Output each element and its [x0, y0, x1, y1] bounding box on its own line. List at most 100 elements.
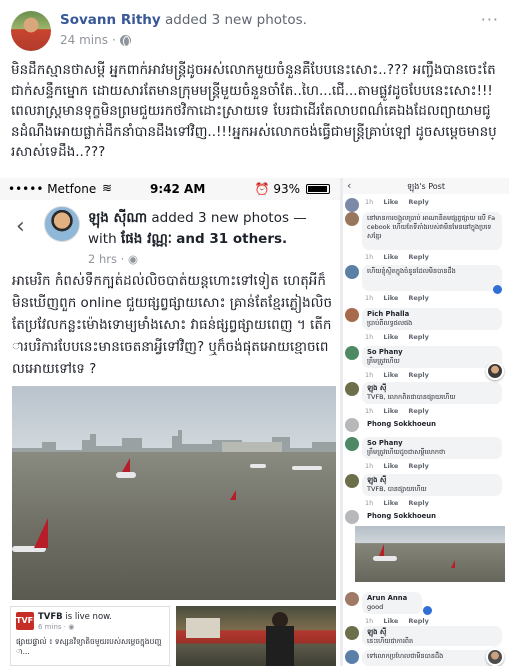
reply-link[interactable]: Reply: [408, 253, 429, 261]
more-options-button[interactable]: ···: [481, 10, 499, 29]
comment-actions: 1h Like Reply: [365, 333, 437, 341]
reply-link[interactable]: Reply: [408, 499, 429, 507]
author-avatar[interactable]: [11, 11, 51, 51]
inner-author-line: ឡុង ស៊ីណា added 3 new photos — with ផែង …: [88, 208, 333, 250]
battery-icon: [306, 184, 330, 194]
author-name[interactable]: Sovann Rithy: [60, 12, 161, 28]
comment-avatar: [345, 382, 359, 396]
comment-author[interactable]: Pich Phalla: [367, 310, 497, 319]
comment-author[interactable]: Phong Sokkhoeun: [367, 512, 497, 521]
post-time[interactable]: 24 mins: [60, 33, 108, 47]
post-meta: 24 mins ·: [60, 33, 131, 47]
comment-author[interactable]: So Phany: [367, 439, 497, 448]
reply-link[interactable]: Reply: [408, 198, 429, 206]
status-time: 9:42 AM: [150, 182, 206, 196]
comment-avatar: [345, 650, 359, 664]
comment-author[interactable]: Phong Sokkhoeun: [367, 420, 497, 429]
comment-avatar: [345, 418, 359, 432]
comment-avatar: [345, 346, 359, 360]
reply-link[interactable]: Reply: [408, 333, 429, 341]
comment-bubble: Phong Sokkhoeun: [362, 510, 502, 522]
photo-grid: ••••• Metfone ≋ 9:42 AM ⏰ 93% ‹ ឡុង ស៊ីណ…: [0, 178, 509, 666]
like-link[interactable]: Like: [383, 333, 398, 341]
live-description: ផ្សាយផ្ទាល់ ៖ ទស្សនវិទ្យាតិចមួយរបស់សម្តេ…: [16, 637, 162, 656]
comment-bubble: So Phany ត្រឹមត្រូវហើយ: [362, 346, 502, 368]
comment-text: ត្រឹមត្រូវហើយដូចជាសម្តីលោកថា: [367, 448, 446, 456]
like-link[interactable]: Like: [383, 499, 398, 507]
live-time: 6 mins · ◉: [38, 623, 75, 631]
comment-bubble: ហើយខ្ញុំស្ថិតក្នុងចំនួនដែលមិនបានដឹង: [362, 265, 502, 291]
like-link[interactable]: Like: [383, 617, 398, 625]
comment-actions: 1h Like Reply: [365, 499, 437, 507]
like-link[interactable]: Like: [383, 198, 398, 206]
live-status: is live now.: [65, 612, 113, 622]
comment-bubble: Phong Sokkhoeun: [362, 418, 502, 430]
comment-text: ទៅលោកប្រហែលជាមិនបានដឹង: [367, 652, 444, 660]
comment-actions: 1h Like Reply: [365, 198, 437, 206]
carrier-label: ••••• Metfone: [8, 182, 97, 196]
comment-avatar: [345, 510, 359, 524]
plane-tail: [451, 560, 455, 568]
live-video-card[interactable]: TVFB TVFB is live now. 6 mins · ◉ ផ្សាយផ…: [10, 606, 170, 666]
comment-author[interactable]: ឡុង ស៊ី: [367, 384, 497, 393]
post-header: Sovann Rithy added 3 new photos. 24 mins…: [0, 0, 509, 58]
plane-tail: [230, 490, 236, 500]
reply-link[interactable]: Reply: [408, 294, 429, 302]
wifi-icon: ≋: [102, 181, 113, 195]
like-link[interactable]: Like: [383, 371, 398, 379]
post-caption: មិនដឹកស្មានថាសម្តី អ្នកពាក់អាវមន្ត្រីដូច…: [11, 62, 497, 160]
reply-link[interactable]: Reply: [408, 407, 429, 415]
comment-text: នេះហើយជាការពិត: [367, 637, 414, 645]
thread-title: ឡុង's Post: [407, 182, 445, 191]
comment-time: 1h: [365, 253, 374, 261]
comment-time: 1h: [365, 333, 374, 341]
comment-author[interactable]: Arun Anna: [367, 594, 417, 603]
phone-screenshot-photo[interactable]: ••••• Metfone ≋ 9:42 AM ⏰ 93% ‹ ឡុង ស៊ីណ…: [0, 178, 340, 666]
inner-tagged-name: ផែង វណ្ណៈ: [120, 231, 172, 247]
battery-level: ⏰ 93%: [254, 182, 300, 196]
like-link[interactable]: Like: [383, 462, 398, 470]
like-link[interactable]: Like: [383, 407, 398, 415]
comment-author[interactable]: ឡុង ស៊ី: [367, 476, 497, 485]
like-link[interactable]: Like: [383, 253, 398, 261]
reply-link[interactable]: Reply: [408, 371, 429, 379]
chat-head-avatar[interactable]: [486, 648, 504, 666]
inner-author-avatar: [44, 206, 80, 242]
author-line: Sovann Rithy added 3 new photos.: [60, 12, 307, 28]
person-body: [266, 626, 294, 666]
inner-post-text: អាមេរិក កំពស់ទឹកក្បត់ដល់លិចបាត់យន្តហោះទៅ…: [12, 273, 333, 377]
inner-tagged-others: and 31 others.: [176, 231, 288, 247]
comments-screenshot-photo[interactable]: ‹ ឡុង's Post 1h Like Reply នៅមានការចង្អុ…: [343, 178, 509, 666]
plane-tail: [122, 458, 130, 472]
signboard: [186, 618, 220, 638]
comment-actions: 1h Like Reply: [365, 617, 437, 625]
thread-topbar: ‹ ឡុង's Post: [343, 178, 509, 194]
reply-link[interactable]: Reply: [408, 462, 429, 470]
status-bar: ••••• Metfone ≋ 9:42 AM ⏰ 93%: [0, 178, 340, 200]
comment-time: 1h: [365, 617, 374, 625]
like-link[interactable]: Like: [383, 294, 398, 302]
chat-head-avatar[interactable]: [486, 362, 504, 380]
globe-icon: [119, 34, 131, 47]
comment-time: 1h: [365, 499, 374, 507]
comment-time: 1h: [365, 294, 374, 302]
comment-actions: 1h Like Reply: [365, 371, 437, 379]
comment-text: ប្រាប់ពីលទ្ធផលផង: [367, 319, 413, 327]
comment-bubble: Arun Anna good: [362, 592, 422, 614]
comment-photo[interactable]: [355, 526, 505, 582]
comment-bubble: នៅមានការចង្អុលប្រាប់ អាណានិគមផ្សព្វផ្សាយ…: [362, 212, 502, 250]
comment-author[interactable]: ឡុង ស៊ី: [367, 628, 497, 637]
comment-text: TVFB, បានផ្សាយហើយ: [367, 485, 427, 493]
flooded-airport-image: [12, 386, 336, 600]
comment-author[interactable]: So Phany: [367, 348, 497, 357]
street-photo[interactable]: [176, 606, 336, 666]
comment-avatar: [345, 474, 359, 488]
inner-post-meta: 2 hrs · ◉: [88, 252, 138, 266]
comment-actions: 1h Like Reply: [365, 294, 437, 302]
reply-link[interactable]: Reply: [408, 617, 429, 625]
back-chevron-icon[interactable]: ‹: [16, 214, 25, 239]
comment-time: 1h: [365, 371, 374, 379]
comment-avatar: [345, 308, 359, 322]
comment-time: 1h: [365, 407, 374, 415]
comment-text: ហើយខ្ញុំស្ថិតក្នុងចំនួនដែលមិនបានដឹង: [367, 267, 456, 275]
